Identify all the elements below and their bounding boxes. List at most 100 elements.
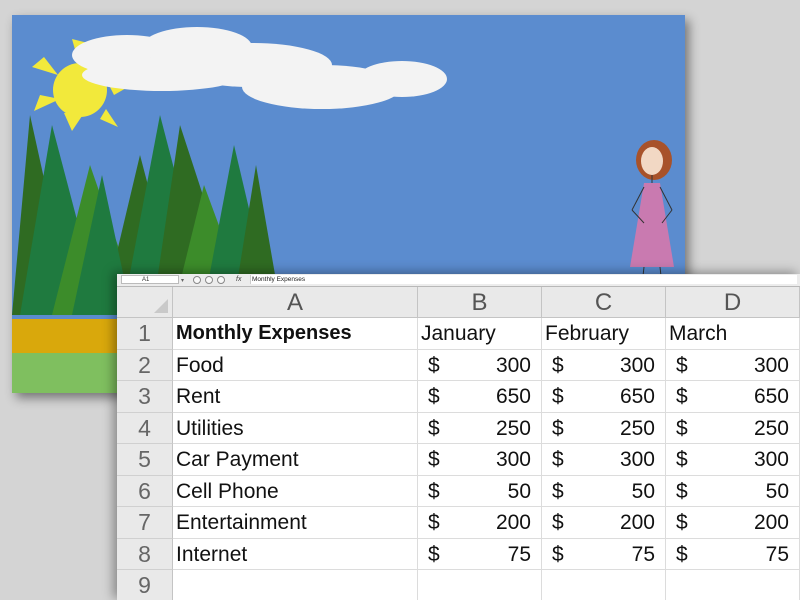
amount-value: 75 [631, 542, 655, 566]
cell-row-label[interactable]: Food [173, 349, 418, 381]
cell-row-label[interactable]: Utilities [173, 412, 418, 444]
cell-c1-month[interactable]: February [542, 318, 666, 350]
amount-value: 50 [507, 479, 531, 503]
currency-symbol: $ [676, 479, 688, 503]
cell-amount[interactable]: $200 [418, 507, 542, 539]
fx-icon[interactable]: fx [236, 274, 241, 286]
amount-value: 300 [619, 353, 655, 377]
girl-figure-icon [630, 140, 674, 286]
cell-amount[interactable]: $75 [542, 538, 666, 570]
column-header-a[interactable]: A [173, 287, 418, 318]
currency-symbol: $ [676, 448, 688, 471]
currency-symbol: $ [676, 511, 688, 534]
cell-amount[interactable]: $300 [418, 349, 542, 381]
currency-symbol: $ [552, 511, 564, 534]
amount-value: 650 [753, 385, 789, 408]
cell-amount[interactable]: $75 [666, 538, 800, 570]
amount-value: 300 [495, 353, 531, 377]
cell-amount[interactable]: $250 [418, 412, 542, 444]
currency-symbol: $ [428, 511, 440, 534]
cell-row-label[interactable]: Cell Phone [173, 475, 418, 507]
cell-b1-month[interactable]: January [418, 318, 542, 350]
select-all-corner[interactable] [117, 287, 173, 318]
formula-input[interactable]: Monthly Expenses [250, 275, 797, 284]
cell-row-label[interactable]: Entertainment [173, 507, 418, 539]
cell-amount[interactable]: $650 [418, 381, 542, 413]
currency-symbol: $ [676, 416, 688, 440]
currency-symbol: $ [552, 448, 564, 471]
row-header[interactable]: 6 [117, 475, 173, 507]
name-box-dropdown-icon[interactable]: ▾ [181, 275, 184, 287]
amount-value: 75 [765, 542, 789, 566]
cell-amount[interactable]: $250 [542, 412, 666, 444]
column-header-d[interactable]: D [666, 287, 800, 318]
cell-amount[interactable]: $300 [666, 349, 800, 381]
amount-value: 250 [753, 416, 789, 440]
row-header[interactable]: 1 [117, 318, 173, 350]
empty-cell[interactable] [666, 570, 800, 600]
cell-amount[interactable]: $300 [666, 444, 800, 476]
currency-symbol: $ [676, 353, 688, 377]
row-header[interactable]: 3 [117, 381, 173, 413]
row-header[interactable]: 9 [117, 570, 173, 600]
row-header[interactable]: 4 [117, 412, 173, 444]
currency-symbol: $ [428, 385, 440, 408]
row-header[interactable]: 5 [117, 444, 173, 476]
row-header[interactable]: 2 [117, 349, 173, 381]
cell-amount[interactable]: $300 [542, 444, 666, 476]
currency-symbol: $ [428, 542, 440, 566]
row-header[interactable]: 8 [117, 538, 173, 570]
amount-value: 300 [619, 448, 655, 471]
cloud-icon [72, 27, 447, 109]
amount-value: 200 [619, 511, 655, 534]
cell-amount[interactable]: $650 [542, 381, 666, 413]
cell-amount[interactable]: $300 [542, 349, 666, 381]
cell-row-label[interactable]: Rent [173, 381, 418, 413]
cell-amount[interactable]: $200 [542, 507, 666, 539]
cell-a1-title[interactable]: Monthly Expenses [173, 318, 418, 350]
cell-amount[interactable]: $200 [666, 507, 800, 539]
cell-amount[interactable]: $75 [418, 538, 542, 570]
cell-row-label[interactable]: Internet [173, 538, 418, 570]
column-header-c[interactable]: C [542, 287, 666, 318]
cell-row-label[interactable]: Car Payment [173, 444, 418, 476]
column-header-b[interactable]: B [418, 287, 542, 318]
cancel-formula-icon[interactable] [193, 276, 201, 284]
cell-amount[interactable]: $300 [418, 444, 542, 476]
cell-amount[interactable]: $50 [666, 475, 800, 507]
cell-amount[interactable]: $650 [666, 381, 800, 413]
currency-symbol: $ [428, 479, 440, 503]
currency-symbol: $ [428, 416, 440, 440]
cell-amount[interactable]: $250 [666, 412, 800, 444]
currency-symbol: $ [552, 542, 564, 566]
empty-cell[interactable] [173, 570, 418, 600]
amount-value: 300 [753, 353, 789, 377]
amount-value: 200 [495, 511, 531, 534]
insert-function-icon[interactable] [217, 276, 225, 284]
currency-symbol: $ [552, 416, 564, 440]
cell-amount[interactable]: $50 [418, 475, 542, 507]
amount-value: 300 [495, 448, 531, 471]
currency-symbol: $ [552, 353, 564, 377]
formula-bar: A1 ▾ fx Monthly Expenses [117, 274, 800, 287]
cell-d1-month[interactable]: March [666, 318, 800, 350]
amount-value: 650 [619, 385, 655, 408]
amount-value: 50 [631, 479, 655, 503]
amount-value: 200 [753, 511, 789, 534]
name-box[interactable]: A1 [121, 275, 179, 284]
empty-cell[interactable] [542, 570, 666, 600]
empty-cell[interactable] [418, 570, 542, 600]
amount-value: 650 [495, 385, 531, 408]
currency-symbol: $ [428, 353, 440, 377]
currency-symbol: $ [676, 385, 688, 408]
amount-value: 250 [619, 416, 655, 440]
currency-symbol: $ [552, 479, 564, 503]
amount-value: 75 [507, 542, 531, 566]
amount-value: 300 [753, 448, 789, 471]
amount-value: 50 [765, 479, 789, 503]
currency-symbol: $ [552, 385, 564, 408]
cell-amount[interactable]: $50 [542, 475, 666, 507]
currency-symbol: $ [676, 542, 688, 566]
row-header[interactable]: 7 [117, 507, 173, 539]
confirm-formula-icon[interactable] [205, 276, 213, 284]
